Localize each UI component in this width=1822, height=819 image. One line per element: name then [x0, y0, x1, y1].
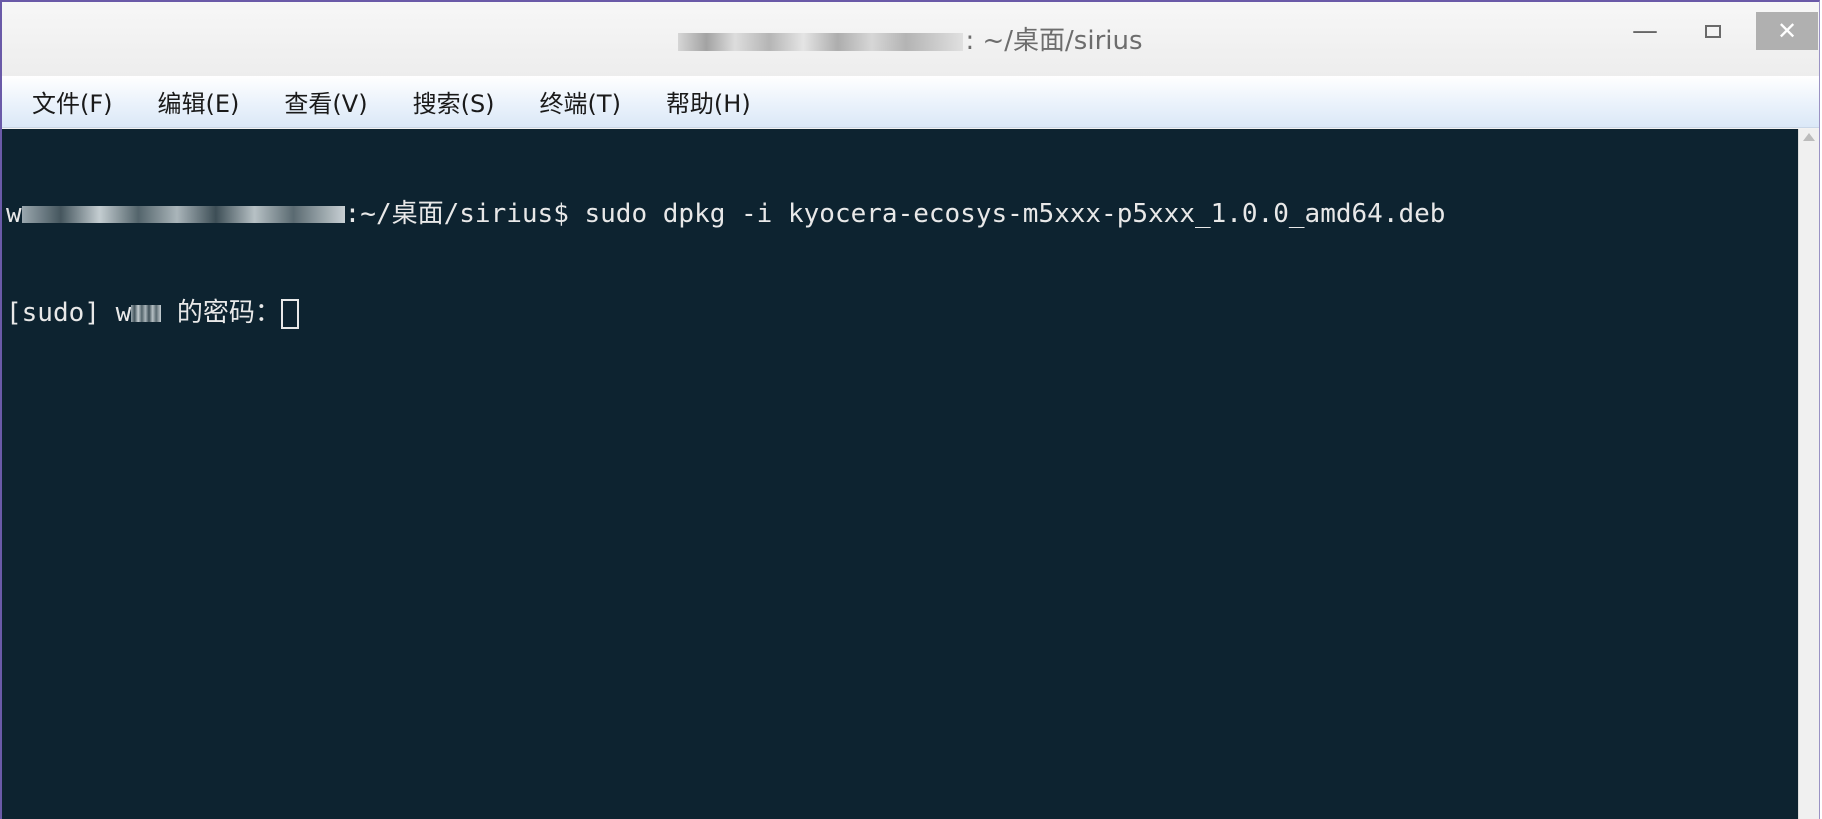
prompt-user-initial: w	[6, 199, 22, 229]
redacted-prompt-host	[21, 206, 345, 223]
terminal-line-password: [sudo] w 的密码：	[6, 297, 1798, 330]
maximize-button[interactable]	[1688, 12, 1738, 50]
title-bar[interactable]: : ~/桌面/sirius — ✕	[2, 2, 1819, 77]
menu-bar: 文件(F) 编辑(E) 查看(V) 搜索(S) 终端(T) 帮助(H)	[2, 76, 1819, 128]
close-button[interactable]: ✕	[1756, 12, 1818, 50]
minimize-icon: —	[1632, 16, 1658, 46]
redacted-sudo-user	[131, 305, 162, 322]
menu-file[interactable]: 文件(F)	[28, 80, 117, 123]
sudo-prefix: [sudo]	[6, 298, 116, 328]
minimize-button[interactable]: —	[1620, 12, 1670, 50]
terminal-output[interactable]: w :~/桌面/sirius$ sudo dpkg -i kyocera-ecos…	[2, 129, 1798, 819]
scroll-up-arrow-icon[interactable]	[1803, 133, 1815, 141]
terminal-window: : ~/桌面/sirius — ✕ 文件(F) 编辑(E) 查看(V) 搜索(S…	[0, 0, 1820, 819]
maximize-icon	[1705, 24, 1721, 38]
sudo-user-initial: w	[115, 298, 132, 328]
password-prompt-text: 的密码：	[161, 298, 281, 328]
menu-edit[interactable]: 编辑(E)	[154, 80, 244, 123]
text-cursor	[280, 298, 299, 329]
redacted-username-host	[678, 32, 964, 51]
close-icon: ✕	[1776, 17, 1798, 45]
window-title: : ~/桌面/sirius	[2, 20, 1819, 57]
terminal-line-command: w :~/桌面/sirius$ sudo dpkg -i kyocera-ecos…	[6, 198, 1798, 231]
menu-terminal[interactable]: 终端(T)	[536, 80, 625, 123]
menu-search[interactable]: 搜索(S)	[409, 80, 499, 123]
window-title-path: : ~/桌面/sirius	[965, 26, 1143, 56]
menu-view[interactable]: 查看(V)	[280, 80, 371, 123]
vertical-scrollbar[interactable]	[1798, 129, 1819, 819]
menu-help[interactable]: 帮助(H)	[662, 80, 755, 123]
prompt-command-text: :~/桌面/sirius$ sudo dpkg -i kyocera-ecosy…	[344, 199, 1446, 229]
